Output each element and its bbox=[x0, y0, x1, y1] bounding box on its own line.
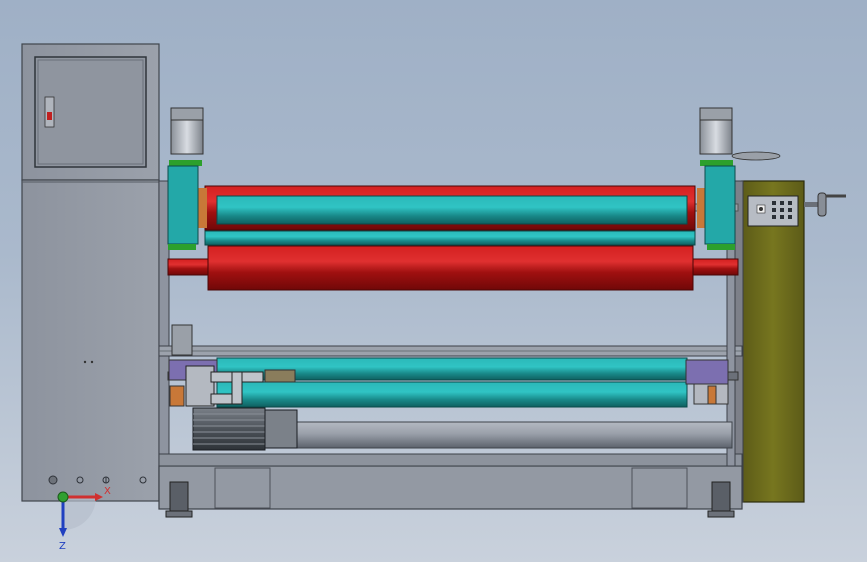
left-pneumatic-cylinder bbox=[167, 107, 204, 250]
door-lock-icon bbox=[44, 96, 55, 128]
machine-drawing: X Z bbox=[21, 43, 846, 552]
x-axis-label: X bbox=[104, 486, 111, 497]
z-axis-label: Z bbox=[59, 541, 66, 552]
control-panel[interactable] bbox=[747, 195, 799, 227]
upper-roller-assembly bbox=[167, 185, 739, 291]
electrical-cabinet bbox=[21, 43, 160, 502]
right-pneumatic-cylinder bbox=[699, 107, 736, 250]
right-side-panel bbox=[731, 151, 846, 503]
cad-viewport[interactable]: X Z bbox=[0, 0, 867, 562]
axis-triad: X Z bbox=[57, 486, 111, 552]
y-axis-dot bbox=[57, 491, 69, 503]
handwheel-icon[interactable] bbox=[804, 192, 846, 217]
